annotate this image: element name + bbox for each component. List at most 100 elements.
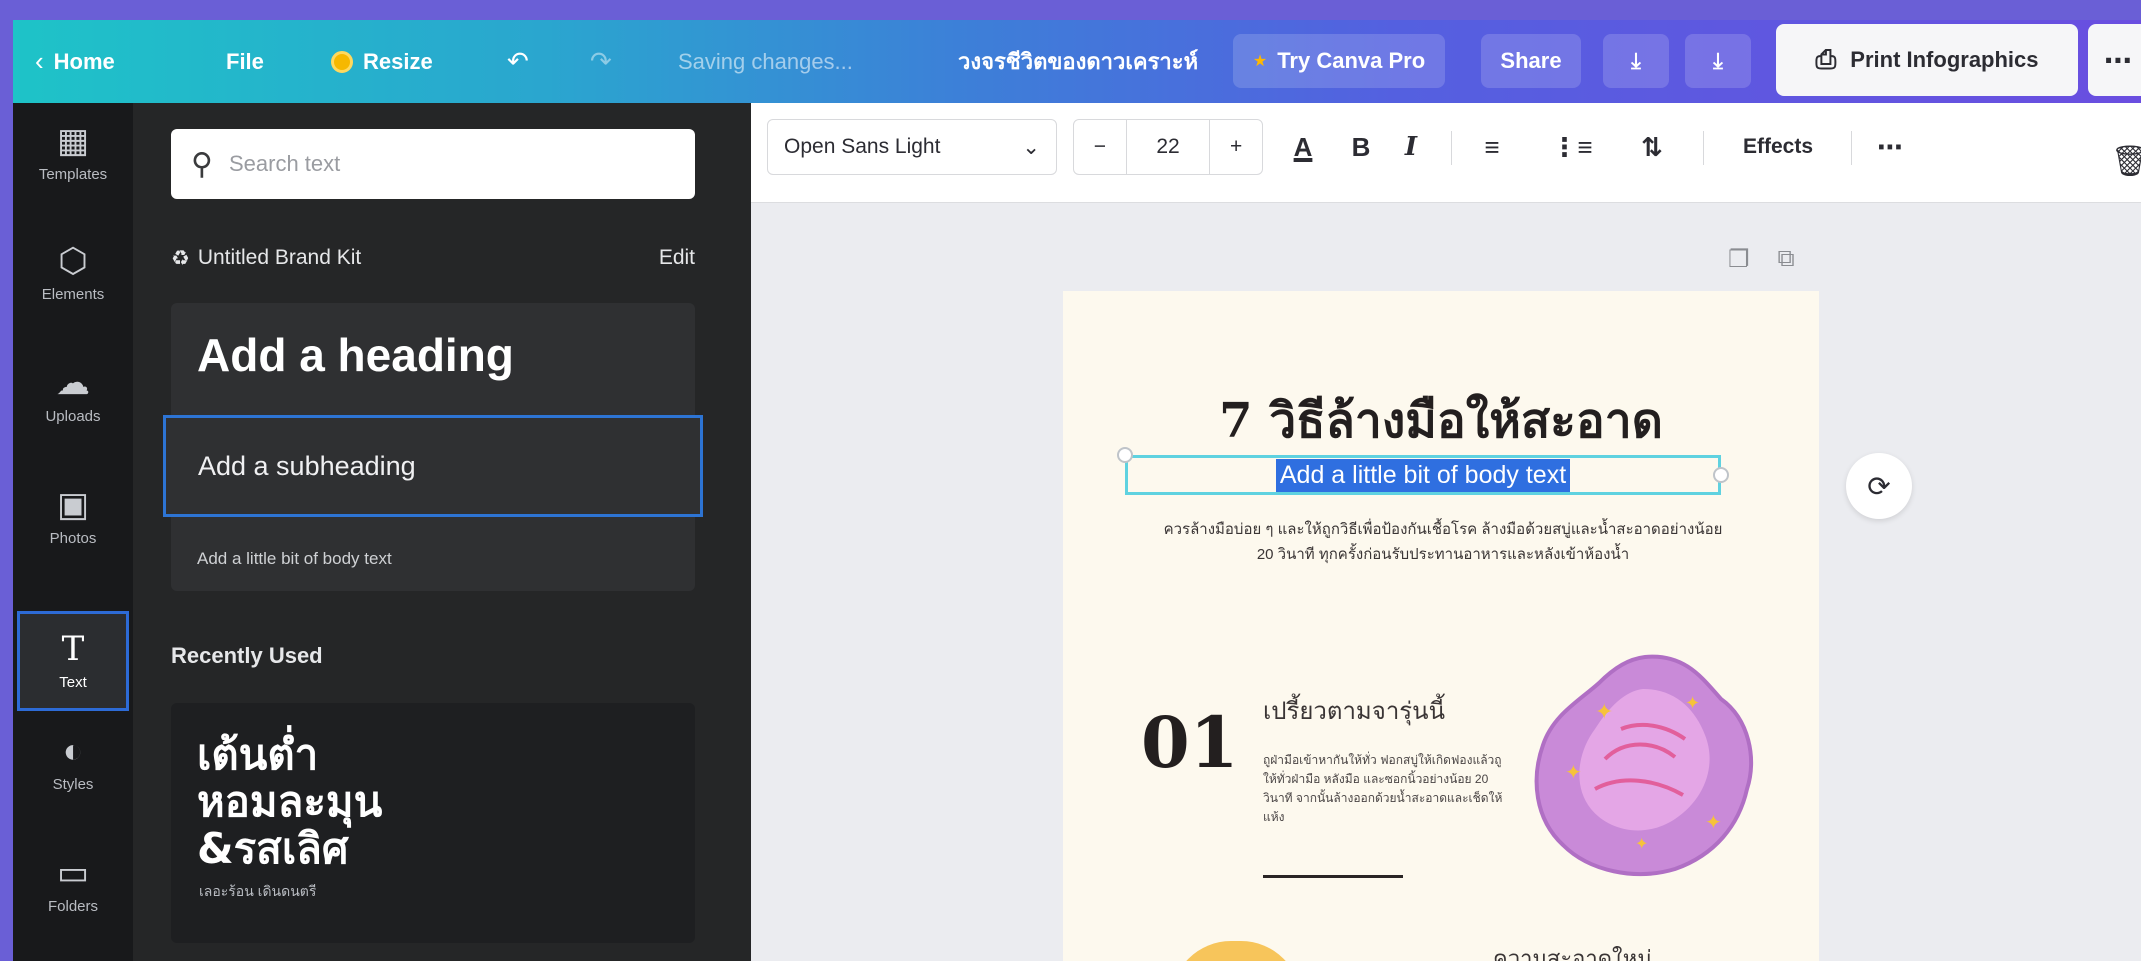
more-icon: ⋯ — [1877, 131, 1903, 162]
document-title[interactable]: วงจรชีวิตของดาวเคราะห์ — [958, 20, 1198, 103]
font-family-select[interactable]: Open Sans Light ⌄ — [767, 119, 1057, 175]
toolbar-divider — [1851, 131, 1852, 165]
rail-label: Templates — [38, 165, 108, 183]
text-color-icon: A — [1293, 131, 1313, 162]
file-label: File — [226, 48, 264, 74]
resize-handle[interactable] — [1713, 467, 1729, 483]
effects-label: Effects — [1742, 135, 1814, 158]
home-label: Home — [53, 48, 115, 74]
star-icon: ★ — [1252, 53, 1268, 70]
download-button[interactable]: ⤓ — [1685, 34, 1751, 88]
try-pro-label: Try Canva Pro — [1277, 48, 1426, 73]
italic-icon: I — [1404, 132, 1418, 162]
rail-item-elements[interactable]: ⬡ Elements — [13, 223, 133, 323]
saving-label: Saving changes... — [678, 48, 853, 74]
print-icon: ⎙ — [1815, 44, 1837, 74]
rail-item-folders[interactable]: ▭ Folders — [13, 835, 133, 935]
publish-button[interactable]: ⤓ — [1603, 34, 1669, 88]
recent-combo-text: เต้นต่ำ หอมละมุน &รสเลิศ — [197, 731, 382, 872]
brand-kit-icon: ♻ — [171, 246, 190, 270]
chevron-down-icon: ⌄ — [1022, 135, 1040, 159]
brand-kit-edit-link[interactable]: Edit — [659, 246, 695, 270]
bold-button[interactable]: B — [1341, 119, 1381, 175]
left-rail: ▦ Templates ⬡ Elements ☁ Uploads ▣ Photo… — [13, 103, 133, 961]
add-heading-button[interactable]: Add a heading — [171, 303, 695, 407]
svg-text:✦: ✦ — [1635, 836, 1648, 853]
step-number[interactable]: 01 — [1141, 701, 1238, 784]
search-icon: ⚲ — [191, 147, 213, 181]
add-page-icon[interactable]: ⧉ — [1778, 245, 1795, 274]
more-options-button[interactable]: ⋯ — [2088, 24, 2141, 96]
recent-line-1: เต้นต่ำ — [197, 730, 319, 779]
rail-label: Elements — [41, 285, 105, 303]
file-menu[interactable]: File — [226, 20, 264, 103]
more-icon: ⋯ — [2104, 44, 2132, 76]
redo-button[interactable]: ↷ — [590, 20, 612, 103]
document-title-label: วงจรชีวิตของดาวเคราะห์ — [958, 49, 1199, 74]
svg-text:✦: ✦ — [1595, 699, 1613, 724]
svg-text:✦: ✦ — [1565, 762, 1582, 784]
rotate-button[interactable]: ⟳ — [1846, 453, 1912, 519]
print-label: Print Infographics — [1850, 47, 2039, 72]
undo-button[interactable]: ↶ — [507, 20, 529, 103]
home-button[interactable]: ‹ Home — [35, 20, 115, 103]
recent-line-3: &รสเลิศ — [197, 824, 349, 873]
sun-illustration[interactable] — [1171, 941, 1301, 961]
print-infographics-button[interactable]: ⎙ Print Infographics — [1776, 24, 2078, 96]
add-subheading-button[interactable]: Add a subheading — [163, 415, 703, 517]
svg-text:✦: ✦ — [1685, 693, 1700, 713]
increase-size-button[interactable]: + — [1210, 135, 1262, 159]
rail-label: Text — [59, 673, 87, 691]
add-body-text-button[interactable]: Add a little bit of body text — [171, 527, 695, 591]
photos-icon: ▣ — [56, 485, 90, 524]
germ-illustration[interactable]: ✦ ✦ ✦ ✦ ✦ — [1525, 649, 1761, 879]
page-tools: ❐ ⧉ — [1728, 245, 1795, 274]
font-size-stepper: − 22 + — [1073, 119, 1263, 175]
font-size-input[interactable]: 22 — [1125, 120, 1211, 174]
default-text-styles: Add a heading Add a subheading Add a lit… — [163, 303, 703, 591]
italic-button[interactable]: I — [1391, 119, 1431, 175]
folder-icon: ▭ — [56, 853, 90, 892]
decrease-size-button[interactable]: − — [1074, 135, 1126, 159]
rail-item-styles[interactable]: ◐ Styles — [13, 713, 133, 813]
selected-body-text[interactable]: Add a little bit of body text — [1275, 458, 1571, 492]
effects-button[interactable]: Effects — [1723, 119, 1833, 175]
trash-icon[interactable]: 🗑 — [2111, 144, 2141, 179]
share-button[interactable]: Share — [1481, 34, 1581, 88]
text-color-button[interactable]: A — [1281, 119, 1325, 175]
step-text[interactable]: ถูฝ่ามือเข้าหากันให้ทั่ว ฟอกสบู่ให้เกิดฟ… — [1263, 751, 1513, 827]
brand-kit-label: Untitled Brand Kit — [197, 246, 362, 269]
rail-item-uploads[interactable]: ☁ Uploads — [13, 345, 133, 445]
redo-icon: ↷ — [590, 46, 612, 76]
rail-item-text[interactable]: T Text — [17, 611, 129, 711]
list-icon: ⋮≡ — [1551, 131, 1593, 162]
resize-handle[interactable] — [1117, 447, 1133, 463]
toolbar-more-button[interactable]: ⋯ — [1865, 119, 1915, 175]
design-intro-text[interactable]: ควรล้างมือบ่อย ๆ และให้ถูกวิธีเพื่อป้องก… — [1163, 517, 1723, 567]
rail-item-templates[interactable]: ▦ Templates — [13, 103, 133, 203]
resize-label: Resize — [363, 48, 433, 74]
rail-label: Styles — [52, 775, 94, 793]
step-2-title[interactable]: ความสะอาดใหม่ — [1493, 941, 1652, 961]
try-pro-button[interactable]: ★ Try Canva Pro — [1233, 34, 1445, 88]
design-title[interactable]: 7 วิธีล้างมือให้สะอาด — [1063, 383, 1819, 459]
app-window: ‹ Home File Resize ↶ ↷ Saving changes...… — [13, 20, 2141, 961]
recent-text-combo[interactable]: เต้นต่ำ หอมละมุน &รสเลิศ เลอะร้อน เดินดน… — [171, 703, 695, 943]
selected-text-box[interactable]: Add a little bit of body text — [1125, 455, 1721, 495]
canvas-area: ❐ ⧉ 7 วิธีล้างมือให้สะอาด Add a little b… — [751, 203, 2141, 961]
cloud-upload-icon: ☁ — [56, 363, 90, 402]
brand-kit-row: ♻ Untitled Brand Kit Edit — [171, 243, 695, 273]
spacing-button[interactable]: ⇅ — [1627, 119, 1677, 175]
duplicate-page-icon[interactable]: ❐ — [1728, 245, 1750, 274]
search-input[interactable]: ⚲ Search text — [171, 129, 695, 199]
list-button[interactable]: ⋮≡ — [1547, 119, 1597, 175]
share-label: Share — [1500, 48, 1562, 73]
templates-icon: ▦ — [56, 121, 90, 160]
step-divider-line[interactable] — [1263, 875, 1403, 878]
design-page[interactable]: 7 วิธีล้างมือให้สะอาด Add a little bit o… — [1063, 291, 1819, 961]
recent-combo-caption: เลอะร้อน เดินดนตรี — [199, 883, 317, 899]
step-title[interactable]: เปรี้ยวตามจารุ่นนี้ — [1263, 691, 1445, 730]
resize-button[interactable]: Resize — [331, 20, 433, 103]
rail-item-photos[interactable]: ▣ Photos — [13, 467, 133, 567]
align-button[interactable]: ≡ — [1467, 119, 1517, 175]
